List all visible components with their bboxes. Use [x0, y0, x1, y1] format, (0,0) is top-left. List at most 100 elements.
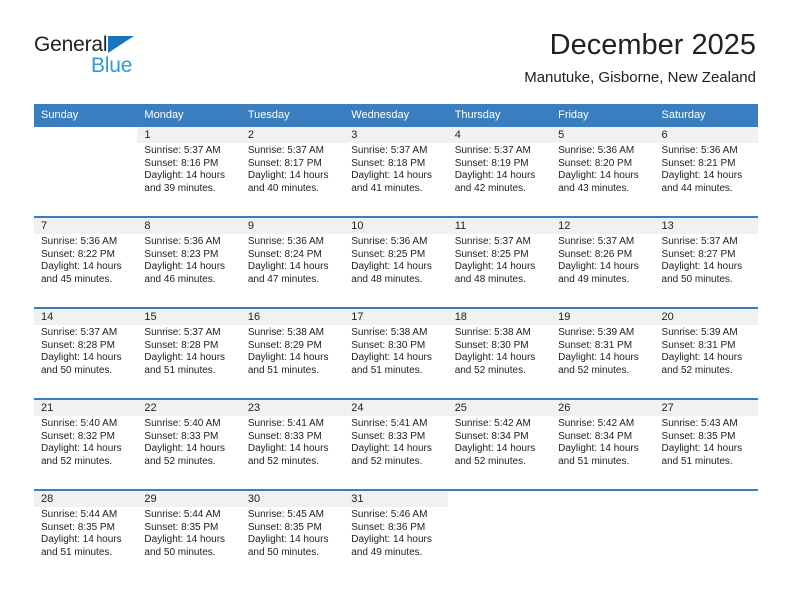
calendar-day-cell[interactable]: 15 Sunrise: 5:37 AM Sunset: 8:28 PM Dayligh…	[137, 307, 241, 399]
calendar-day-cell[interactable]: 7 Sunrise: 5:36 AM Sunset: 8:22 PM Daylight…	[34, 216, 138, 308]
calendar-day-cell[interactable]: 19 Sunrise: 5:39 AM Sunset: 8:31 PM Dayligh…	[551, 307, 655, 399]
calendar-day-cell[interactable]: 14 Sunrise: 5:37 AM Sunset: 8:28 PM Dayligh…	[34, 307, 138, 399]
calendar-day-cell[interactable]: 5 Sunrise: 5:36 AM Sunset: 8:20 PM Daylight…	[551, 127, 655, 217]
day-number: 26	[551, 400, 655, 416]
calendar-day-cell[interactable]: 13 Sunrise: 5:37 AM Sunset: 8:27 PM Dayligh…	[654, 216, 758, 308]
calendar-day-cell[interactable]: 23 Sunrise: 5:41 AM Sunset: 8:33 PM Dayligh…	[240, 398, 345, 490]
calendar-day-cell[interactable]: 16 Sunrise: 5:38 AM Sunset: 8:29 PM Dayligh…	[240, 307, 345, 399]
day-cell-inner	[34, 127, 138, 216]
sunset-text: Sunset: 8:25 PM	[454, 248, 529, 260]
day-cell-inner: 16 Sunrise: 5:38 AM Sunset: 8:29 PM Dayligh…	[240, 309, 345, 398]
day-number: 2	[240, 127, 345, 143]
calendar-day-cell[interactable]: 18 Sunrise: 5:38 AM Sunset: 8:30 PM Dayligh…	[447, 307, 552, 399]
sunset-text: Sunset: 8:35 PM	[41, 521, 115, 533]
day-cell-inner: 21 Sunrise: 5:40 AM Sunset: 8:32 PM Dayligh…	[34, 400, 138, 489]
day-cell-inner: 1 Sunrise: 5:37 AM Sunset: 8:16 PM Daylight…	[137, 127, 241, 216]
day-cell-inner: 3 Sunrise: 5:37 AM Sunset: 8:18 PM Daylight…	[344, 127, 448, 216]
day-cell-inner: 11 Sunrise: 5:37 AM Sunset: 8:25 PM Dayligh…	[447, 218, 552, 307]
day-cell-inner: 14 Sunrise: 5:37 AM Sunset: 8:28 PM Dayligh…	[34, 309, 138, 398]
calendar-day-cell[interactable]: 20 Sunrise: 5:39 AM Sunset: 8:31 PM Dayligh…	[654, 307, 758, 399]
calendar-day-cell[interactable]: 22 Sunrise: 5:40 AM Sunset: 8:33 PM Dayligh…	[137, 398, 241, 490]
calendar-day-cell[interactable]: 21 Sunrise: 5:40 AM Sunset: 8:32 PM Dayligh…	[34, 398, 138, 490]
calendar-day-cell[interactable]: 1 Sunrise: 5:37 AM Sunset: 8:16 PM Daylight…	[137, 127, 241, 217]
day-cell-inner: 7 Sunrise: 5:36 AM Sunset: 8:22 PM Daylight…	[34, 218, 138, 307]
sunrise-text: Sunrise: 5:38 AM	[247, 327, 324, 338]
calendar-day-cell[interactable]: 2 Sunrise: 5:37 AM Sunset: 8:17 PM Daylight…	[240, 127, 345, 217]
calendar-day-cell[interactable]: 9 Sunrise: 5:36 AM Sunset: 8:24 PM Daylight…	[240, 216, 345, 308]
day-details: Sunrise: 5:37 AM Sunset: 8:26 PM Daylight:…	[551, 234, 654, 286]
sunrise-text: Sunrise: 5:44 AM	[144, 509, 221, 520]
day-number	[447, 491, 552, 507]
calendar-day-cell[interactable]: 29 Sunrise: 5:44 AM Sunset: 8:35 PM Dayligh…	[137, 489, 241, 580]
calendar-day-cell[interactable]: 12 Sunrise: 5:37 AM Sunset: 8:26 PM Dayligh…	[551, 216, 655, 308]
day-cell-inner	[447, 491, 552, 580]
calendar-day-cell[interactable]: 26 Sunrise: 5:42 AM Sunset: 8:34 PM Dayligh…	[551, 398, 655, 490]
sunrise-text: Sunrise: 5:39 AM	[558, 327, 635, 338]
daylight-text: Daylight: 14 hours and 51 minutes.	[558, 443, 639, 467]
day-number: 17	[344, 309, 448, 325]
calendar-day-cell[interactable]: 28 Sunrise: 5:44 AM Sunset: 8:35 PM Dayligh…	[34, 489, 138, 580]
sunset-text: Sunset: 8:30 PM	[454, 339, 529, 351]
sunset-text: Sunset: 8:35 PM	[144, 521, 219, 533]
day-number: 19	[551, 309, 655, 325]
calendar-day-cell[interactable]: 30 Sunrise: 5:45 AM Sunset: 8:35 PM Dayligh…	[240, 489, 345, 580]
day-number	[654, 491, 758, 507]
day-details: Sunrise: 5:39 AM Sunset: 8:31 PM Daylight:…	[551, 325, 654, 377]
day-details: Sunrise: 5:37 AM Sunset: 8:19 PM Daylight:…	[448, 143, 551, 195]
day-number: 28	[34, 491, 138, 507]
sunset-text: Sunset: 8:33 PM	[144, 430, 219, 442]
calendar-day-cell[interactable]: 25 Sunrise: 5:42 AM Sunset: 8:34 PM Dayligh…	[447, 398, 552, 490]
day-number: 6	[654, 127, 758, 143]
generalblue-logo[interactable]: General Blue	[34, 33, 214, 83]
calendar-day-cell[interactable]: 31 Sunrise: 5:46 AM Sunset: 8:36 PM Dayligh…	[344, 489, 448, 580]
daylight-text: Daylight: 14 hours and 50 minutes.	[247, 534, 329, 558]
calendar-day-cell[interactable]: 17 Sunrise: 5:38 AM Sunset: 8:30 PM Dayligh…	[344, 307, 448, 399]
day-number: 10	[344, 218, 448, 234]
calendar-day-cell[interactable]: 8 Sunrise: 5:36 AM Sunset: 8:23 PM Daylight…	[137, 216, 241, 308]
day-cell-inner: 15 Sunrise: 5:37 AM Sunset: 8:28 PM Dayligh…	[137, 309, 241, 398]
sunset-text: Sunset: 8:24 PM	[247, 248, 322, 260]
calendar-day-cell[interactable]: 10 Sunrise: 5:36 AM Sunset: 8:25 PM Dayligh…	[344, 216, 448, 308]
sunset-text: Sunset: 8:26 PM	[558, 248, 633, 260]
sunset-text: Sunset: 8:18 PM	[351, 157, 426, 169]
day-number: 5	[551, 127, 655, 143]
sunrise-text: Sunrise: 5:37 AM	[661, 236, 738, 247]
sunset-text: Sunset: 8:21 PM	[661, 157, 736, 169]
calendar-day-cell[interactable]: 27 Sunrise: 5:43 AM Sunset: 8:35 PM Dayligh…	[654, 398, 758, 490]
day-cell-inner: 4 Sunrise: 5:37 AM Sunset: 8:19 PM Daylight…	[447, 127, 552, 216]
day-number: 14	[34, 309, 138, 325]
sunrise-text: Sunrise: 5:40 AM	[144, 418, 221, 429]
day-number: 13	[654, 218, 758, 234]
daylight-text: Daylight: 14 hours and 52 minutes.	[558, 352, 639, 376]
daylight-text: Daylight: 14 hours and 50 minutes.	[41, 352, 122, 376]
sunrise-text: Sunrise: 5:40 AM	[41, 418, 118, 429]
logo-text-blue: Blue	[91, 54, 133, 77]
page-title: December 2025	[549, 29, 756, 61]
triangle-icon	[108, 36, 134, 53]
daylight-text: Daylight: 14 hours and 49 minutes.	[558, 261, 639, 285]
calendar-day-cell[interactable]: 11 Sunrise: 5:37 AM Sunset: 8:25 PM Dayligh…	[447, 216, 552, 308]
sunrise-text: Sunrise: 5:36 AM	[351, 236, 428, 247]
calendar-day-cell[interactable]: 4 Sunrise: 5:37 AM Sunset: 8:19 PM Daylight…	[447, 127, 552, 217]
weekday-header-thursday: Thursday	[447, 104, 552, 127]
sunrise-text: Sunrise: 5:45 AM	[247, 509, 324, 520]
day-details: Sunrise: 5:42 AM Sunset: 8:34 PM Daylight:…	[551, 416, 654, 468]
calendar-week-row: 1 Sunrise: 5:37 AM Sunset: 8:16 PM Daylight…	[34, 127, 758, 217]
calendar-day-cell[interactable]: 6 Sunrise: 5:36 AM Sunset: 8:21 PM Daylight…	[654, 127, 758, 217]
calendar-day-cell[interactable]: 24 Sunrise: 5:41 AM Sunset: 8:33 PM Dayligh…	[344, 398, 448, 490]
sunrise-text: Sunrise: 5:36 AM	[247, 236, 324, 247]
day-details: Sunrise: 5:38 AM Sunset: 8:30 PM Daylight:…	[448, 325, 551, 377]
calendar-day-cell[interactable]: 3 Sunrise: 5:37 AM Sunset: 8:18 PM Daylight…	[344, 127, 448, 217]
sunset-text: Sunset: 8:33 PM	[247, 430, 322, 442]
day-number: 18	[447, 309, 552, 325]
day-number: 25	[447, 400, 552, 416]
sunrise-text: Sunrise: 5:42 AM	[558, 418, 635, 429]
sunrise-text: Sunrise: 5:37 AM	[558, 236, 635, 247]
day-number: 12	[551, 218, 655, 234]
calendar-grid: Sunday Monday Tuesday Wednesday Thursday…	[34, 104, 758, 580]
daylight-text: Daylight: 14 hours and 51 minutes.	[661, 443, 743, 467]
sunrise-text: Sunrise: 5:37 AM	[247, 145, 324, 156]
daylight-text: Daylight: 14 hours and 44 minutes.	[661, 170, 743, 194]
sunrise-text: Sunrise: 5:38 AM	[454, 327, 531, 338]
calendar-cell-empty	[447, 489, 552, 580]
